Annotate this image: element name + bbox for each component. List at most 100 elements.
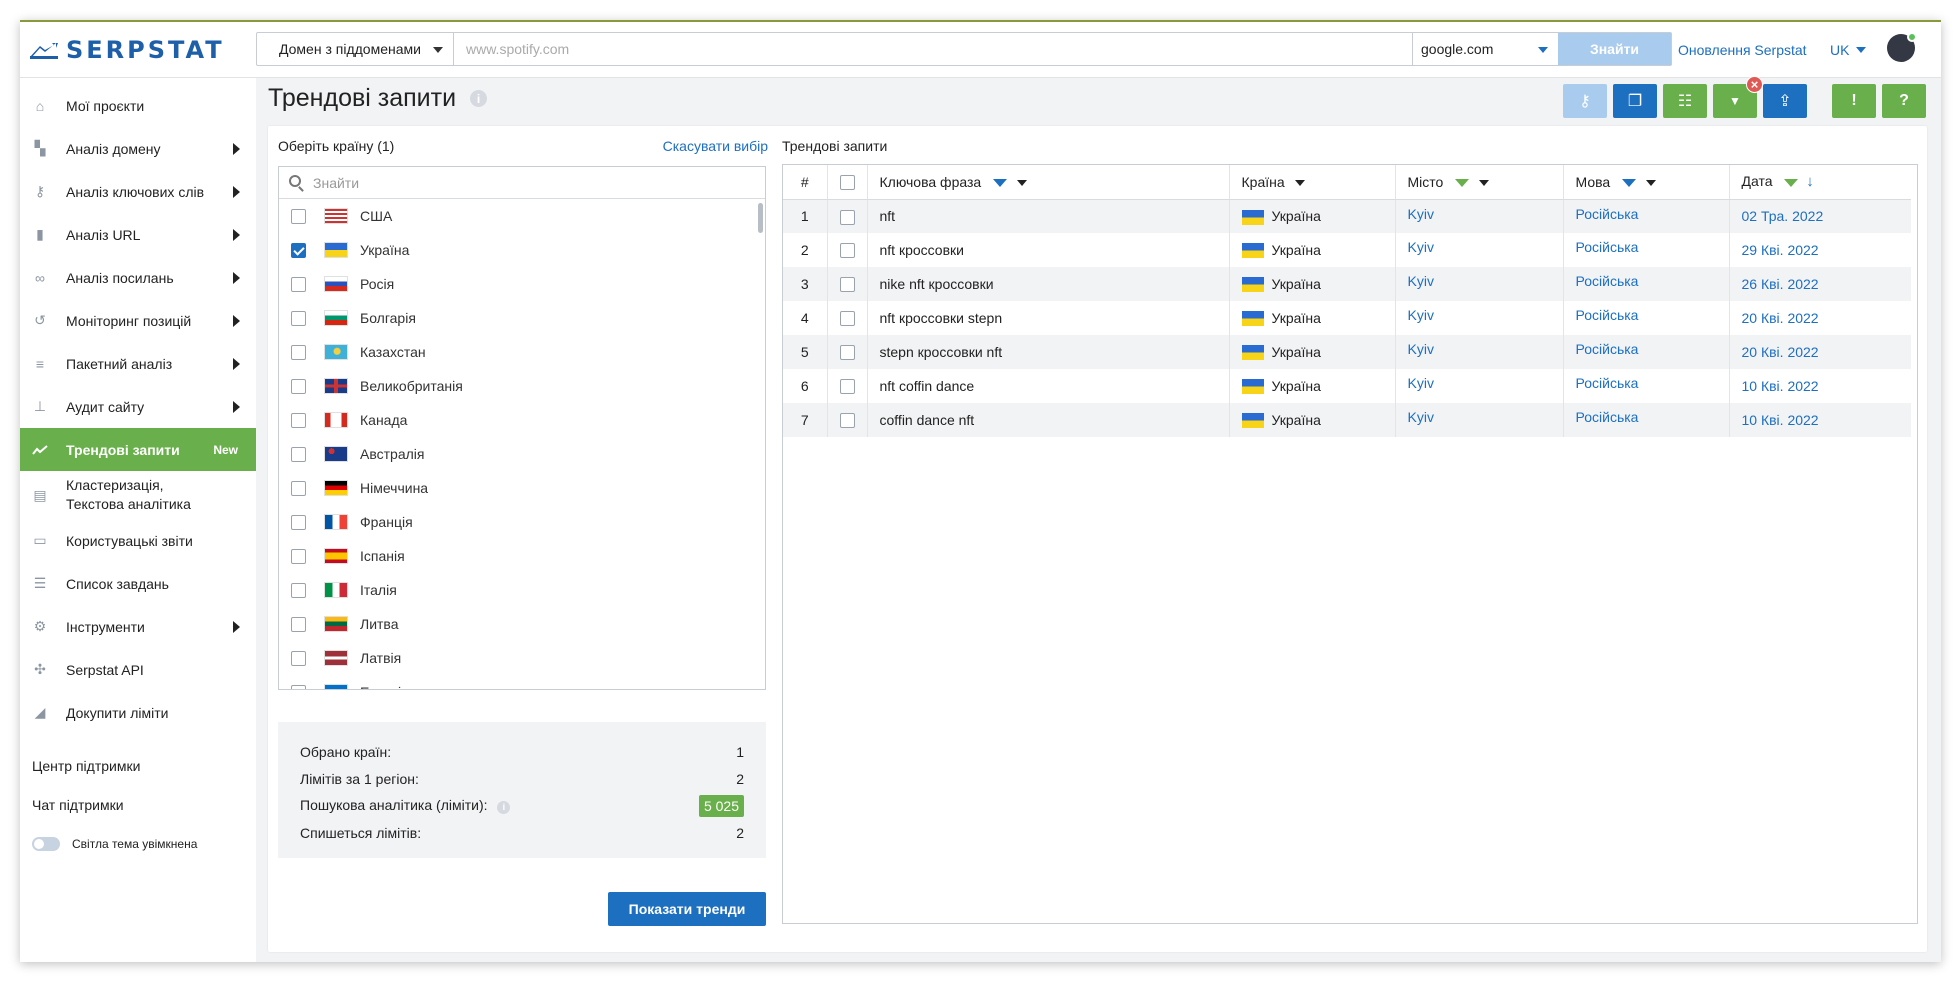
table-row[interactable]: 2 nft кроссовки Україна Kyiv Російська 29 Кві…	[783, 233, 1911, 267]
filter-button[interactable]: ▼ ×	[1713, 76, 1763, 118]
country-row[interactable]: Україна	[279, 233, 765, 267]
theme-toggle[interactable]: Світла тема увімкнена	[20, 824, 256, 864]
country-row[interactable]: Німеччина	[279, 471, 765, 505]
clear-filter-icon[interactable]: ×	[1746, 76, 1763, 93]
sidebar-item-site-audit[interactable]: ⊥ Аудит сайту	[20, 385, 256, 428]
sidebar-item-my-projects[interactable]: ⌂ Мої проєкти	[20, 84, 256, 127]
language-link[interactable]: Російська	[1563, 267, 1730, 301]
date-cell[interactable]: 20 Кві. 2022	[1729, 335, 1911, 369]
country-checkbox[interactable]	[291, 242, 306, 258]
country-row[interactable]: Болгарія	[279, 301, 765, 335]
table-row[interactable]: 4 nft кроссовки stepn Україна Kyiv Російська…	[783, 301, 1911, 335]
column-header-country[interactable]: Країна	[1229, 165, 1396, 200]
support-chat-link[interactable]: Чат підтримки	[20, 785, 256, 824]
filter-icon[interactable]	[1784, 178, 1799, 187]
sidebar-item-link-analysis[interactable]: ∞ Аналіз посилань	[20, 256, 256, 299]
country-row[interactable]: США	[279, 199, 765, 233]
date-cell[interactable]: 29 Кві. 2022	[1729, 233, 1911, 267]
city-link[interactable]: Kyiv	[1395, 301, 1564, 335]
row-checkbox[interactable]	[839, 209, 855, 225]
country-row[interactable]: Казахстан	[279, 335, 765, 369]
columns-button[interactable]: ☷	[1663, 84, 1707, 118]
country-checkbox[interactable]	[291, 412, 306, 428]
country-row[interactable]: Італія	[279, 573, 765, 607]
country-checkbox[interactable]	[291, 650, 306, 666]
scope-select[interactable]: Домен з піддоменами	[257, 33, 454, 65]
help-button[interactable]: ?	[1882, 84, 1926, 118]
support-center-link[interactable]: Центр підтримки	[20, 746, 256, 785]
info-icon[interactable]: i	[497, 800, 511, 814]
sort-icon[interactable]	[1016, 180, 1027, 187]
country-search[interactable]: Знайти	[279, 167, 765, 199]
sidebar-item-api[interactable]: ✣ Serpstat API	[20, 648, 256, 691]
country-row[interactable]: Франція	[279, 505, 765, 539]
table-row[interactable]: 7 coffin dance nft Україна Kyiv Російська 10 …	[783, 403, 1911, 437]
sidebar-item-keyword-analysis[interactable]: ⚷ Аналіз ключових слів	[20, 170, 256, 213]
logo[interactable]: SERPSTAT	[30, 36, 225, 64]
row-checkbox[interactable]	[839, 243, 855, 259]
country-checkbox[interactable]	[291, 514, 306, 530]
sidebar-item-buy-limits[interactable]: ◢ Докупити ліміти	[20, 691, 256, 734]
country-checkbox[interactable]	[291, 582, 306, 598]
country-row[interactable]: Литва	[279, 607, 765, 641]
info-icon[interactable]: i	[470, 90, 488, 107]
filter-icon[interactable]	[1622, 179, 1637, 188]
language-link[interactable]: Російська	[1563, 301, 1730, 335]
date-cell[interactable]: 10 Кві. 2022	[1729, 369, 1911, 403]
country-checkbox[interactable]	[291, 208, 306, 224]
avatar[interactable]	[1887, 32, 1917, 62]
table-row[interactable]: 1 nft Україна Kyiv Російська 02 Тра. 2022	[783, 199, 1911, 233]
city-link[interactable]: Kyiv	[1395, 267, 1564, 301]
language-select[interactable]: UK	[1830, 42, 1867, 58]
table-row[interactable]: 5 stepn кроссовки nft Україна Kyiv Російська…	[783, 335, 1911, 369]
country-row[interactable]: Великобританія	[279, 369, 765, 403]
row-checkbox[interactable]	[839, 311, 855, 327]
filter-icon[interactable]	[1455, 179, 1470, 188]
sidebar-item-domain-analysis[interactable]: ▚ Аналіз домену	[20, 127, 256, 170]
country-row[interactable]: Іспанія	[279, 539, 765, 573]
keywords-button[interactable]: ⚷	[1563, 84, 1607, 118]
select-all-checkbox[interactable]	[839, 175, 855, 191]
table-row[interactable]: 6 nft coffin dance Україна Kyiv Російська 10 …	[783, 369, 1911, 403]
country-row[interactable]: Росія	[279, 267, 765, 301]
sort-icon[interactable]	[1645, 180, 1656, 187]
row-checkbox[interactable]	[839, 413, 855, 429]
scrollbar-thumb[interactable]	[758, 203, 763, 233]
language-link[interactable]: Російська	[1563, 369, 1730, 403]
copy-button[interactable]: ❐	[1613, 84, 1657, 118]
sort-desc-icon[interactable]: ↓	[1806, 173, 1814, 190]
country-checkbox[interactable]	[291, 310, 306, 326]
city-link[interactable]: Kyiv	[1395, 233, 1564, 267]
search-engine-select[interactable]: google.com	[1412, 33, 1558, 65]
language-link[interactable]: Російська	[1563, 403, 1730, 437]
country-row[interactable]: Латвія	[279, 641, 765, 675]
row-checkbox[interactable]	[839, 277, 855, 293]
language-link[interactable]: Російська	[1563, 199, 1730, 233]
city-link[interactable]: Kyiv	[1395, 199, 1564, 233]
column-header-date[interactable]: Дата ↓	[1729, 165, 1911, 200]
language-link[interactable]: Російська	[1563, 335, 1730, 369]
column-header-language[interactable]: Мова	[1563, 165, 1730, 200]
filter-icon[interactable]	[993, 179, 1008, 188]
serpstat-updates-link[interactable]: Оновлення Serpstat	[1678, 42, 1807, 58]
show-trends-button[interactable]: Показати тренди	[608, 892, 766, 926]
country-row[interactable]: Австралія	[279, 437, 765, 471]
country-checkbox[interactable]	[291, 378, 306, 394]
row-checkbox[interactable]	[839, 379, 855, 395]
country-row[interactable]: Канада	[279, 403, 765, 437]
sort-icon[interactable]	[1479, 180, 1490, 187]
feedback-button[interactable]: !	[1832, 84, 1876, 118]
country-checkbox[interactable]	[291, 344, 306, 360]
sidebar-item-task-list[interactable]: ☰ Список завдань	[20, 562, 256, 605]
find-button[interactable]: Знайти	[1558, 33, 1671, 65]
sidebar-item-url-analysis[interactable]: ▮ Аналіз URL	[20, 213, 256, 256]
date-cell[interactable]: 20 Кві. 2022	[1729, 301, 1911, 335]
country-checkbox[interactable]	[291, 446, 306, 462]
table-row[interactable]: 3 nike nft кроссовки Україна Kyiv Російська 2…	[783, 267, 1911, 301]
cancel-selection-link[interactable]: Скасувати вибір	[663, 138, 768, 154]
column-header-phrase[interactable]: Ключова фраза	[867, 165, 1230, 200]
country-row[interactable]: Естонія	[279, 675, 765, 689]
sort-icon[interactable]	[1294, 180, 1305, 187]
domain-search-input[interactable]	[454, 33, 1412, 65]
date-cell[interactable]: 02 Тра. 2022	[1729, 199, 1911, 233]
